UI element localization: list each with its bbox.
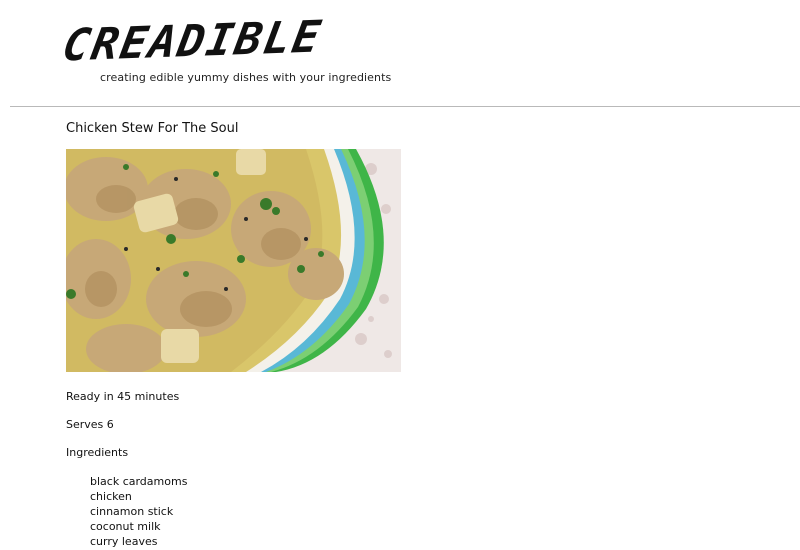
ingredient-item: curry leaves <box>90 535 158 548</box>
serves-count: Serves 6 <box>66 418 114 431</box>
ingredient-list: black cardamoms chicken cinnamon stick c… <box>90 474 187 549</box>
ingredient-item: coconut milk <box>90 520 161 533</box>
recipe-title: Chicken Stew For The Soul <box>66 121 239 136</box>
header-divider <box>10 106 800 107</box>
tagline: creating edible yummy dishes with your i… <box>100 71 392 84</box>
page: CREADIBLE creating edible yummy dishes w… <box>0 0 800 550</box>
brand-logo[interactable]: CREADIBLE <box>59 12 326 72</box>
ingredient-item: black cardamoms <box>90 475 188 488</box>
recipe-photo-illustration <box>66 149 401 372</box>
ingredient-item: cinnamon stick <box>90 505 174 518</box>
ready-time: Ready in 45 minutes <box>66 390 180 403</box>
site-header: CREADIBLE creating edible yummy dishes w… <box>0 0 800 108</box>
ingredient-item: chicken <box>90 490 132 503</box>
ingredients-heading: Ingredients <box>66 446 129 459</box>
recipe-image <box>66 149 401 372</box>
